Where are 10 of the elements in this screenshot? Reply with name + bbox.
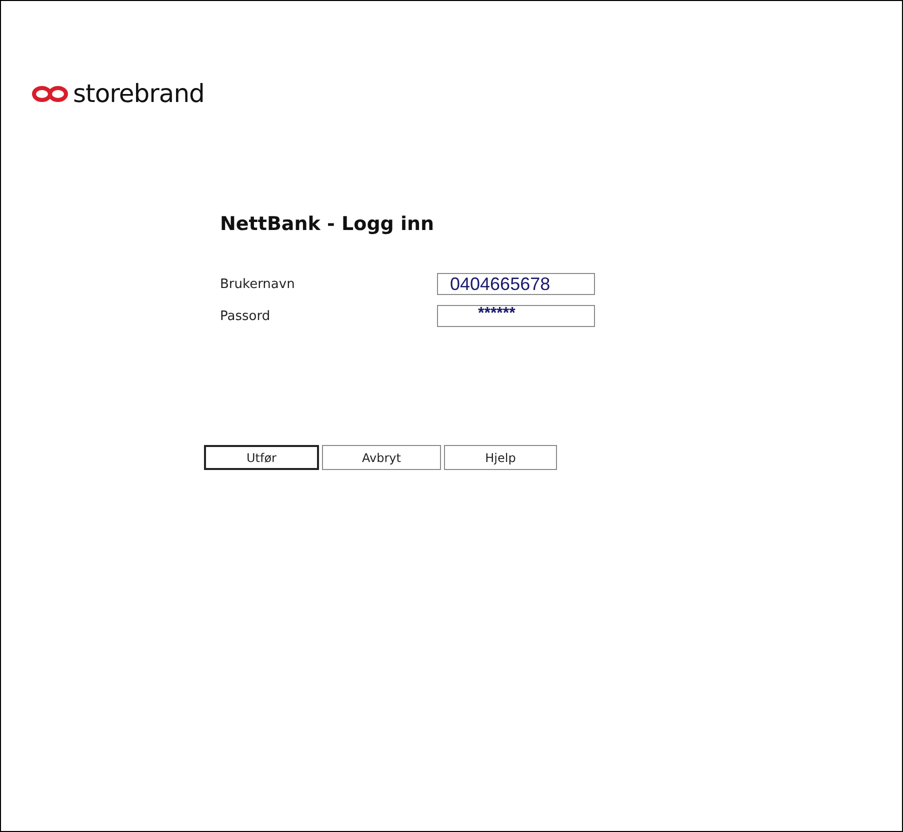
field-label: Passord bbox=[220, 308, 272, 324]
form-button[interactable]: Hjelp bbox=[444, 445, 557, 470]
field-label: Brukernavn bbox=[220, 276, 296, 292]
form-button[interactable]: Utfør bbox=[204, 445, 319, 470]
brand-name: storebrand bbox=[73, 79, 204, 108]
logo-icon bbox=[31, 84, 69, 102]
input-field[interactable]: ****** bbox=[437, 305, 595, 327]
form-button[interactable]: Avbryt bbox=[322, 445, 441, 470]
input-field[interactable]: 0404665678 bbox=[437, 273, 595, 295]
page-title: NettBank - Logg inn bbox=[220, 213, 434, 235]
